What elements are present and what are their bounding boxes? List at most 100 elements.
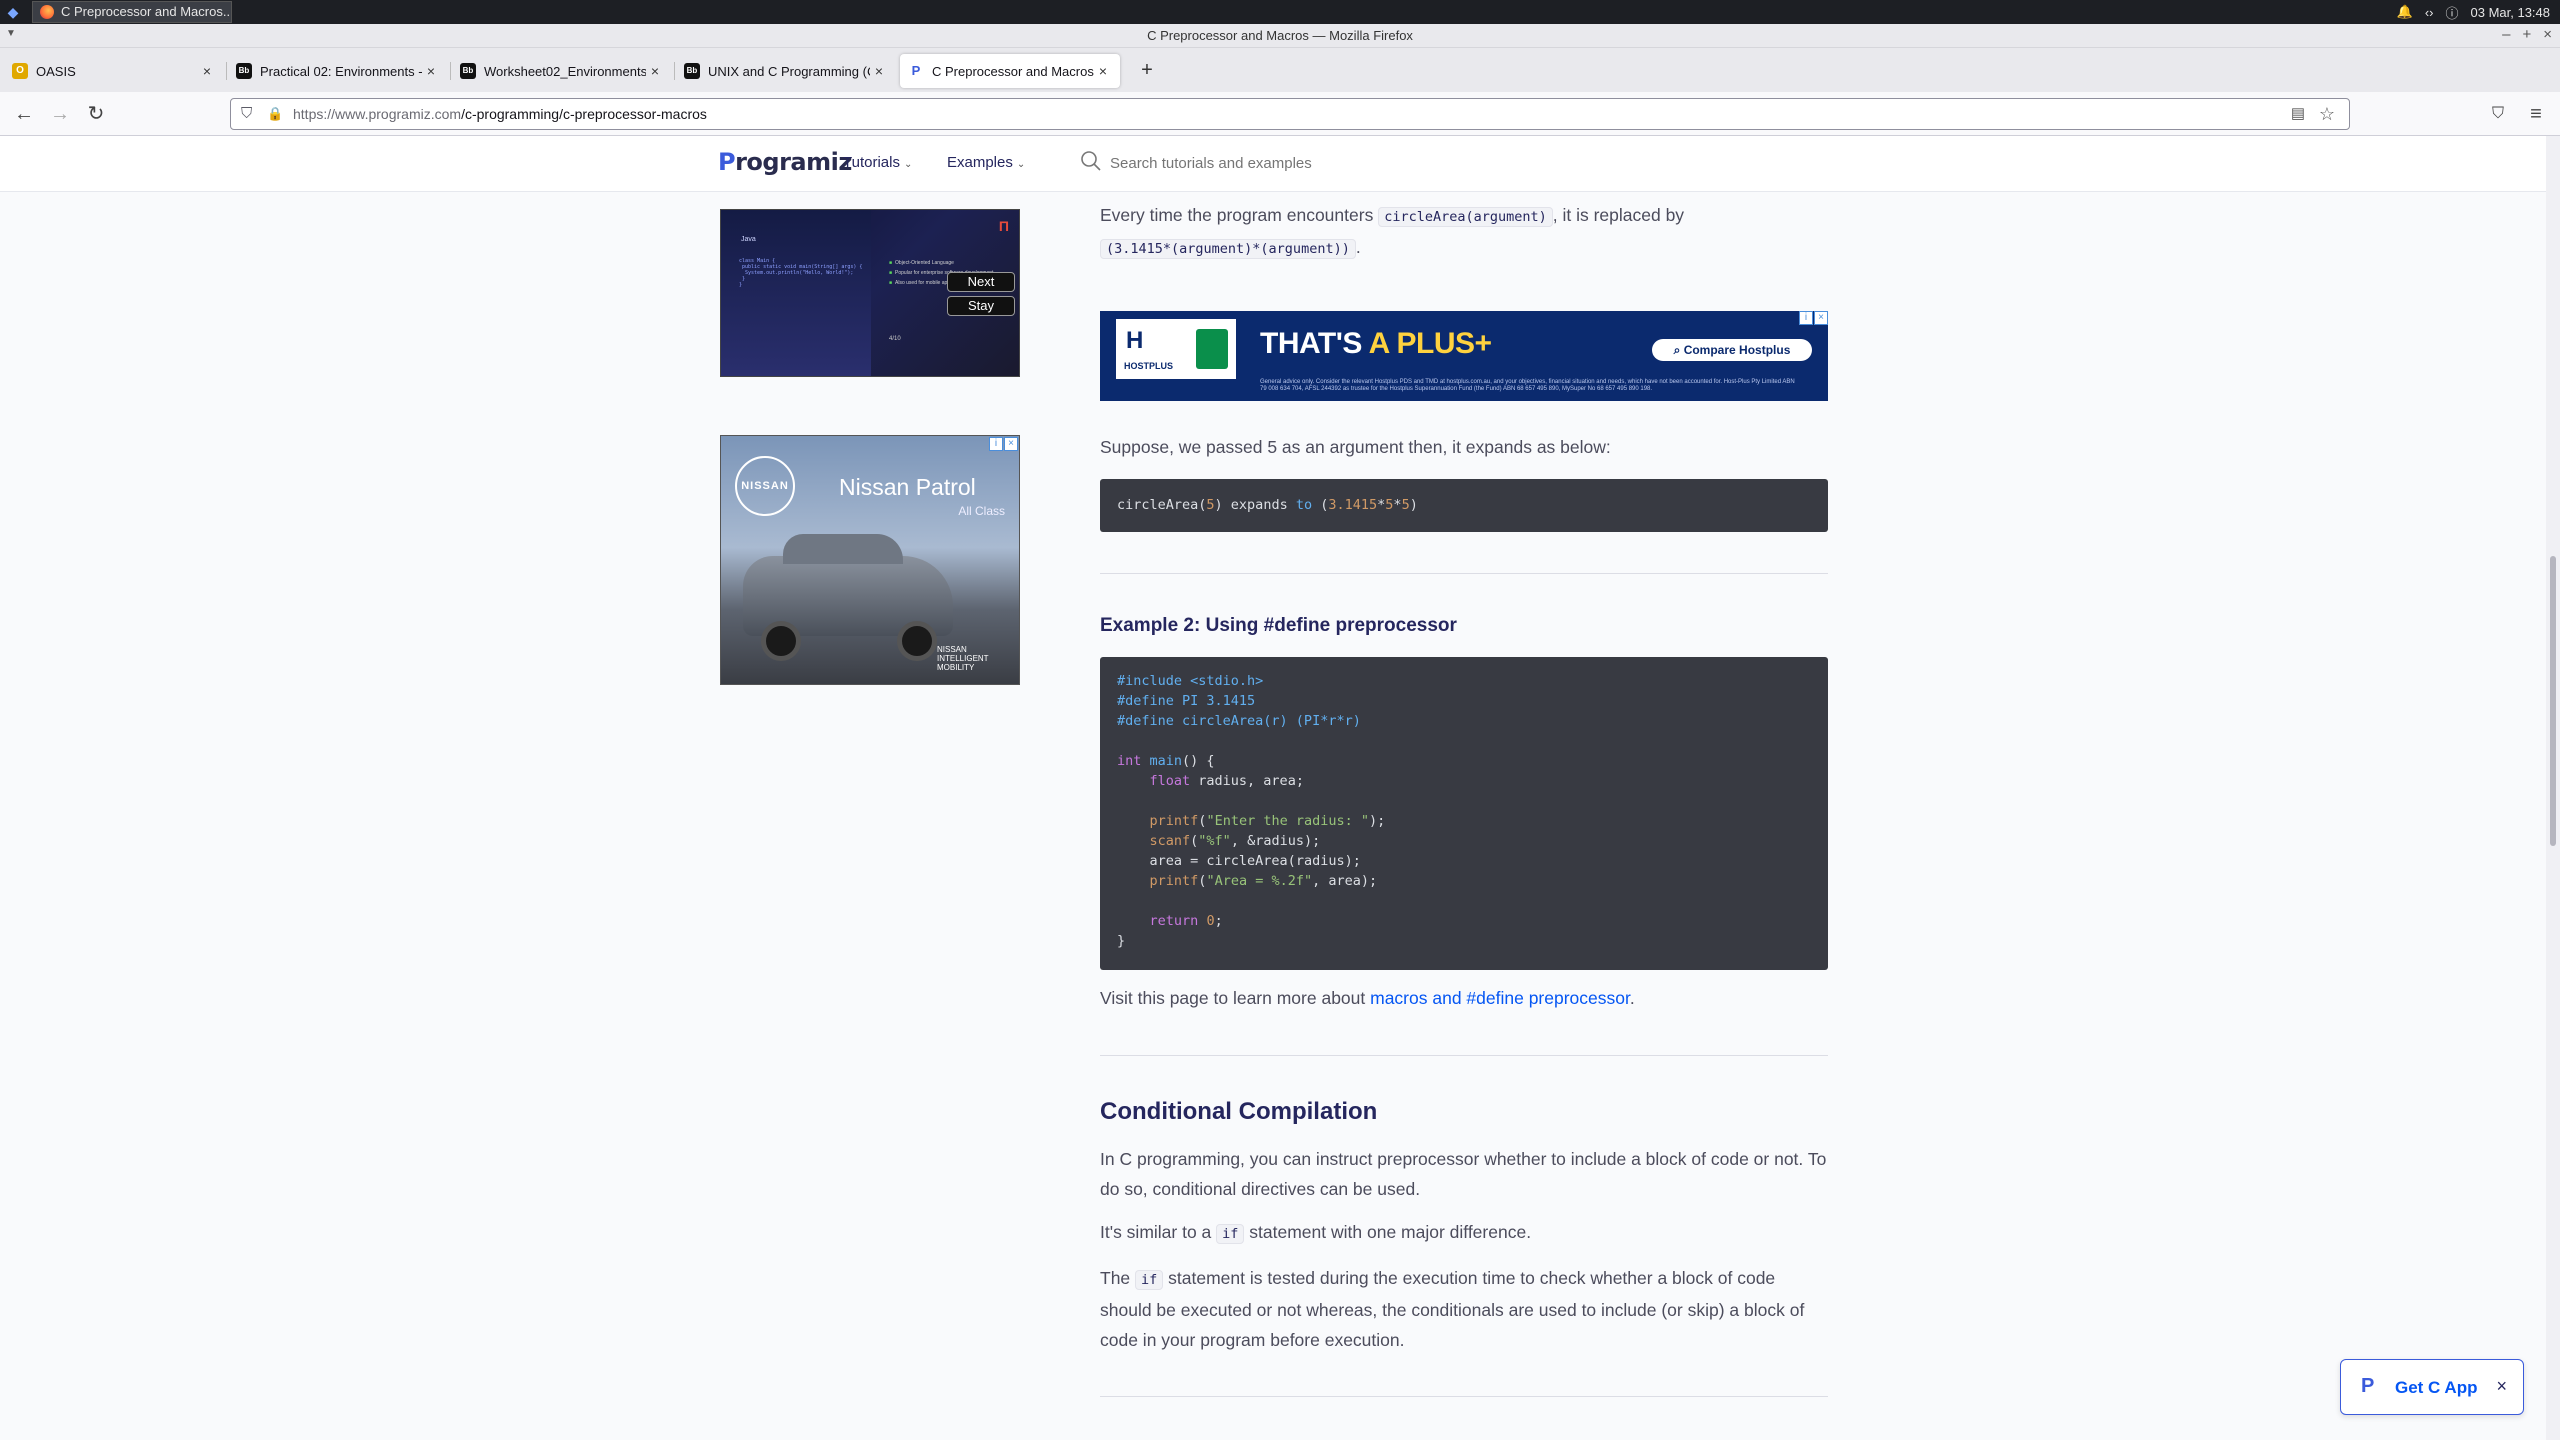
site-header: Programiz Tutorials ⌄ Examples ⌄ (0, 136, 2546, 192)
nav-examples[interactable]: Examples ⌄ (947, 154, 1025, 171)
text: statement with one major difference. (1244, 1222, 1532, 1242)
notification-bell-icon[interactable]: 🔔 (2397, 4, 2413, 20)
hamburger-menu-icon[interactable]: ≡ (2522, 100, 2550, 128)
reader-view-icon[interactable]: ▤ (2291, 99, 2305, 129)
paragraph-conditional-intro: In C programming, you can instruct prepr… (1100, 1149, 1827, 1199)
video-stay-button[interactable]: Stay (947, 296, 1015, 316)
code-block-expansion[interactable]: circleArea(5) expands to (3.1415*5*5) (1100, 479, 1828, 532)
url-text[interactable]: https://www.programiz.com/c-programming/… (293, 99, 707, 129)
code-token: () { (1182, 753, 1215, 769)
search-icon[interactable] (1080, 150, 1102, 172)
code-token: ( (1312, 497, 1329, 513)
example-2-heading: Example 2: Using #define preprocessor (1100, 615, 1457, 636)
app-menu-icon[interactable]: ◆ (4, 3, 22, 21)
close-icon[interactable]: × (2496, 1376, 2507, 1397)
video-next-button[interactable]: Next (947, 272, 1015, 292)
new-tab-button[interactable]: + (1134, 58, 1160, 84)
adchoices-icon[interactable]: i (1799, 311, 1813, 325)
close-tab-icon[interactable]: × (198, 63, 216, 79)
hostplus-brand: HOSTPLUS (1124, 361, 1174, 371)
code-line: #include <stdio.h> (1117, 673, 1264, 689)
divider (1100, 1055, 1828, 1056)
close-tab-icon[interactable]: × (870, 63, 888, 79)
code-token: return (1149, 913, 1199, 929)
scrollbar-thumb[interactable] (2550, 556, 2556, 846)
paragraph-if-difference: The if statement is tested during the ex… (1100, 1263, 1828, 1355)
adchoices-icon[interactable]: i (989, 437, 1003, 451)
code-block-example-2[interactable]: #include <stdio.h> #define PI 3.1415 #de… (1100, 657, 1828, 970)
code-token: } (1117, 933, 1126, 949)
code-token: , &radius); (1230, 833, 1321, 849)
hostplus-headline: THAT'S A PLUS+ (1260, 327, 1492, 361)
programiz-logo[interactable]: Programiz (718, 148, 852, 176)
tab-label: C Preprocessor and Macros (932, 63, 1094, 79)
close-tab-icon[interactable]: × (1094, 63, 1112, 79)
tab-label: Worksheet02_Environments.p (484, 63, 646, 79)
compare-hostplus-button[interactable]: ⌕ Compare Hostplus (1652, 339, 1812, 361)
forward-button[interactable]: → (46, 100, 74, 128)
back-button[interactable]: ← (10, 100, 38, 128)
reload-button[interactable]: ↻ (82, 100, 110, 128)
inline-code: if (1135, 1270, 1164, 1290)
hostplus-fine-print: General advice only. Consider the releva… (1260, 379, 1795, 392)
tab-c-preprocessor-macros[interactable]: P C Preprocessor and Macros × (900, 54, 1120, 88)
nav-tutorials-label: Tutorials (843, 154, 900, 171)
conditional-compilation-heading: Conditional Compilation (1100, 1098, 1378, 1125)
logo-text: rogramiz (735, 148, 852, 176)
headline-a: THAT'S (1260, 327, 1369, 360)
paragraph-if-similar: It's similar to a if statement with one … (1100, 1217, 1828, 1249)
tab-oasis[interactable]: O OASIS × (4, 54, 224, 88)
system-tray: 🔔 ‹› ⓘ 03 Mar, 13:48 (2397, 0, 2550, 24)
nissan-logo: NISSAN (735, 456, 795, 516)
nav-tutorials[interactable]: Tutorials ⌄ (843, 154, 912, 171)
close-window-button[interactable]: × (2543, 26, 2552, 43)
maximize-button[interactable]: + (2522, 26, 2531, 43)
tab-practical-02[interactable]: Bb Practical 02: Environments - U × (228, 54, 448, 88)
bookmark-star-icon[interactable]: ☆ (2319, 99, 2335, 129)
page-scrollbar[interactable] (2546, 136, 2560, 1440)
address-bar[interactable]: ⛉ 🔒 https://www.programiz.com/c-programm… (230, 98, 2350, 130)
nissan-subtitle: All Class (958, 504, 1005, 518)
nissan-model: Nissan Patrol (839, 474, 976, 500)
macros-define-link[interactable]: macros and #define preprocessor (1370, 988, 1630, 1008)
text: . (1355, 237, 1361, 257)
hostplus-logo: H HOSTPLUS (1116, 319, 1236, 379)
text: , it is replaced by (1552, 205, 1685, 225)
video-page-indicator: 4/10 (889, 336, 901, 342)
search-input[interactable] (1110, 146, 1610, 180)
code-token: "Enter the radius: " (1206, 813, 1369, 829)
inline-code: circleArea(argument) (1378, 207, 1553, 227)
network-icon[interactable]: ‹› (2425, 5, 2434, 20)
nissan-ad[interactable]: NISSAN Nissan Patrol All Class NISSAN IN… (720, 435, 1020, 685)
divider (1100, 1396, 1828, 1397)
code-token: 0 (1206, 913, 1215, 929)
pocket-icon[interactable]: ⛉ (2484, 100, 2512, 128)
close-tab-icon[interactable]: × (646, 63, 664, 79)
programiz-p-icon: P (2361, 1375, 2375, 1397)
headline-b: A PLUS+ (1368, 327, 1492, 360)
chevron-down-icon: ⌄ (1016, 159, 1026, 170)
code-token: scanf (1149, 833, 1191, 849)
clock[interactable]: 03 Mar, 13:48 (2471, 5, 2551, 20)
minimize-button[interactable]: – (2502, 26, 2510, 43)
code-token: "%f" (1198, 833, 1231, 849)
info-icon[interactable]: ⓘ (2445, 3, 2458, 22)
code-token: printf (1149, 873, 1199, 889)
ad-close-icon[interactable]: × (1004, 437, 1018, 451)
tracking-protection-icon[interactable]: ⛉ (241, 99, 252, 129)
hostplus-ad[interactable]: H HOSTPLUS THAT'S A PLUS+ ⌕ Compare Host… (1100, 311, 1828, 401)
lock-icon[interactable]: 🔒 (267, 99, 283, 129)
video-ad[interactable]: Java class Main { public static void mai… (720, 209, 1020, 377)
tab-unix-c-programming[interactable]: Bb UNIX and C Programming (CO × (676, 54, 896, 88)
code-token: "Area = %.2f" (1206, 873, 1313, 889)
taskbar-firefox-window[interactable]: C Preprocessor and Macros... (32, 1, 232, 23)
get-c-app-label[interactable]: Get C App (2395, 1378, 2477, 1398)
close-tab-icon[interactable]: × (422, 63, 440, 79)
chevron-down-icon: ⌄ (903, 159, 913, 170)
firefox-icon (40, 5, 54, 19)
ad-close-icon[interactable]: × (1814, 311, 1828, 325)
code-line: #define circleArea(r) (PI*r*r) (1117, 713, 1361, 729)
window-titlebar: ▼ C Preprocessor and Macros — Mozilla Fi… (0, 24, 2560, 48)
tab-worksheet02[interactable]: Bb Worksheet02_Environments.p × (452, 54, 672, 88)
get-c-app-banner[interactable]: P Get C App × (2340, 1359, 2524, 1415)
